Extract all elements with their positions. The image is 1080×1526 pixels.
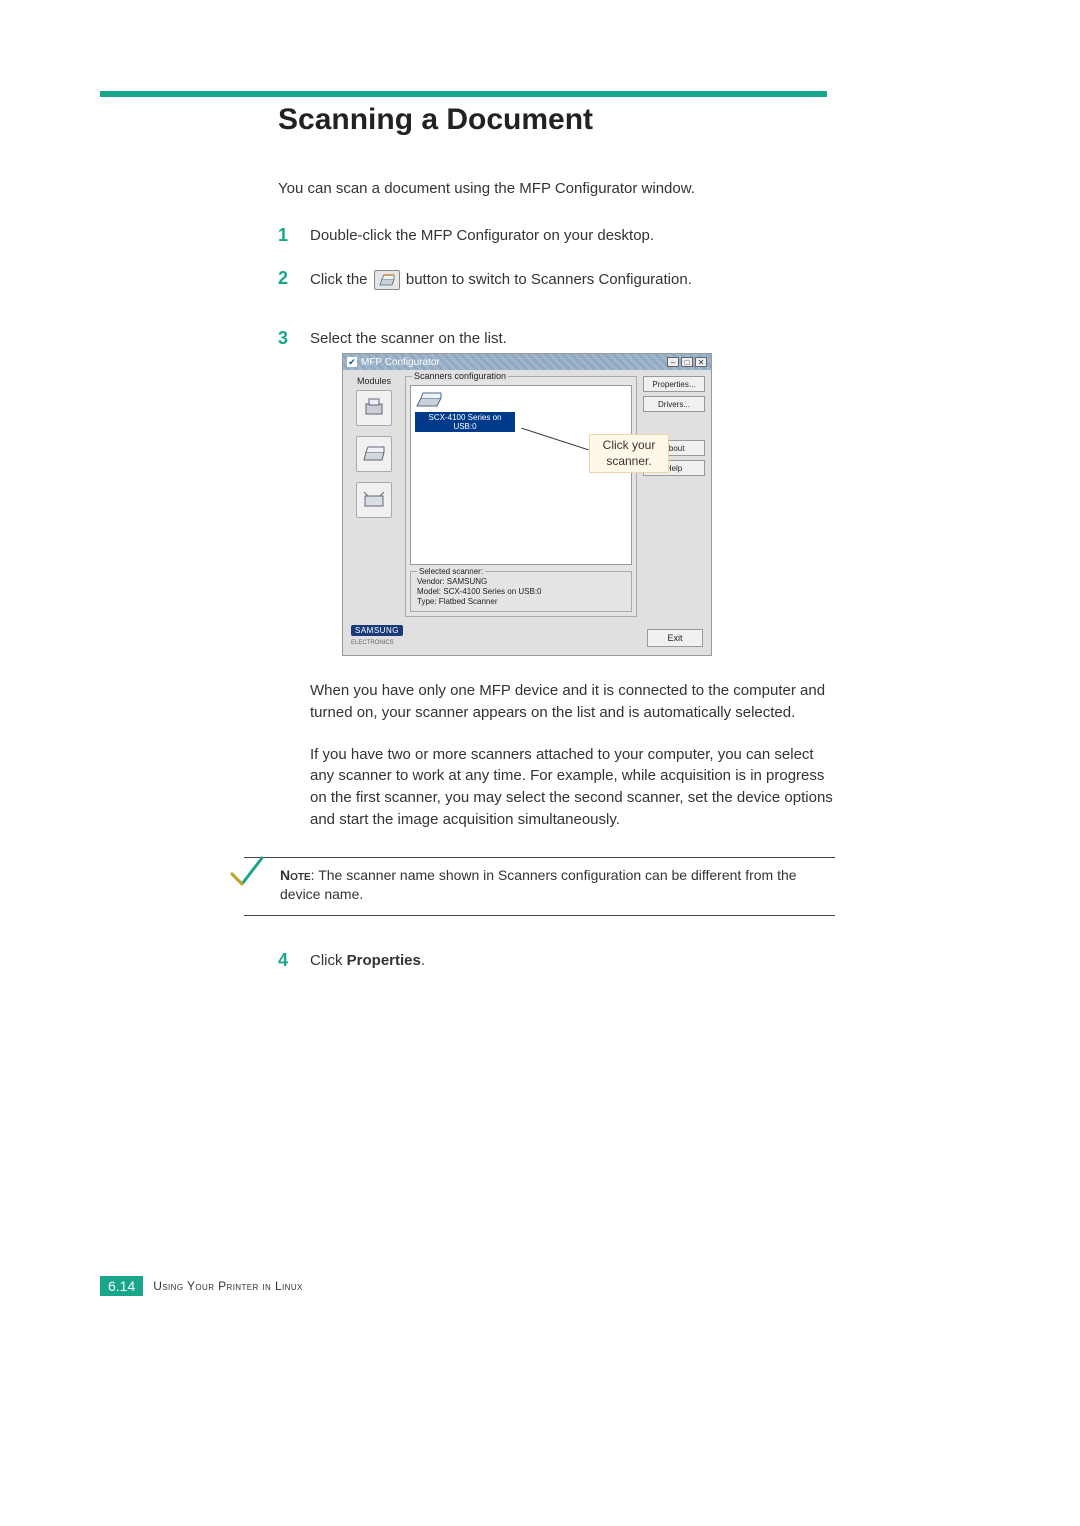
page-number: 6.14 bbox=[100, 1276, 143, 1296]
callout-line1: Click your bbox=[603, 438, 656, 452]
close-button[interactable]: ✕ bbox=[695, 357, 707, 367]
note-block: Note: The scanner name shown in Scanners… bbox=[244, 857, 835, 916]
step-3: 3 Select the scanner on the list. ✔ MFP … bbox=[278, 330, 838, 831]
selected-model: Model: SCX-4100 Series on USB:0 bbox=[417, 587, 625, 596]
selected-vendor: Vendor: SAMSUNG bbox=[417, 577, 625, 586]
selected-scanner-panel: Selected scanner: Vendor: SAMSUNG Model:… bbox=[410, 571, 632, 612]
titlebar-left: ✔ MFP Configurator bbox=[347, 357, 440, 368]
callout-line2: scanner. bbox=[606, 454, 651, 468]
scanner-item-label: SCX-4100 Series on USB:0 bbox=[415, 412, 515, 432]
step-number: 4 bbox=[278, 950, 288, 971]
brand-sub: ELECTRONICS bbox=[351, 640, 394, 646]
module-ports-icon[interactable] bbox=[356, 482, 392, 518]
modules-label: Modules bbox=[357, 376, 391, 386]
scanners-panel: Scanners configuration SCX-4100 Series o… bbox=[405, 376, 637, 617]
drivers-button[interactable]: Drivers... bbox=[643, 396, 705, 412]
step-text: Select the scanner on the list. bbox=[310, 330, 507, 347]
step-text: Double-click the MFP Configurator on you… bbox=[310, 227, 654, 244]
intro-text: You can scan a document using the MFP Co… bbox=[278, 180, 838, 197]
checkmark-icon bbox=[226, 852, 268, 900]
steps-list-cont: 4 Click Properties. bbox=[278, 952, 838, 969]
module-scanners-icon[interactable] bbox=[356, 436, 392, 472]
page-heading: Scanning a Document bbox=[278, 103, 593, 137]
page-footer: 6.14 Using Your Printer in Linux bbox=[100, 1276, 303, 1296]
note-text: : The scanner name shown in Scanners con… bbox=[280, 867, 797, 903]
callout-connector bbox=[521, 428, 589, 450]
scanners-panel-label: Scanners configuration bbox=[412, 371, 508, 381]
content-area: You can scan a document using the MFP Co… bbox=[278, 180, 838, 995]
steps-list: 1 Double-click the MFP Configurator on y… bbox=[278, 227, 838, 831]
step-number: 2 bbox=[278, 268, 288, 289]
step-text-after: button to switch to Scanners Configurati… bbox=[406, 271, 692, 288]
callout-box: Click your scanner. bbox=[589, 434, 669, 473]
step-2: 2 Click the button to switch to Scanners… bbox=[278, 270, 838, 290]
paragraph-multi-device: If you have two or more scanners attache… bbox=[310, 744, 838, 831]
step-text-after: . bbox=[421, 952, 425, 969]
step-1: 1 Double-click the MFP Configurator on y… bbox=[278, 227, 838, 244]
note-label: Note bbox=[280, 867, 311, 883]
titlebar: ✔ MFP Configurator – □ ✕ bbox=[343, 354, 711, 370]
footer-text: Using Your Printer in Linux bbox=[153, 1279, 303, 1293]
titlebar-controls: – □ ✕ bbox=[667, 357, 707, 367]
step-text-before: Click the bbox=[310, 271, 372, 288]
action-buttons-column: Properties... Drivers... About Help bbox=[643, 376, 705, 617]
step-number: 1 bbox=[278, 225, 288, 246]
scanner-thumbnail-icon bbox=[415, 390, 443, 410]
scanner-list[interactable]: SCX-4100 Series on USB:0 Click your scan… bbox=[410, 385, 632, 565]
mfp-screenshot: ✔ MFP Configurator – □ ✕ Modules bbox=[342, 353, 838, 656]
app-icon: ✔ bbox=[347, 357, 357, 367]
properties-button[interactable]: Properties... bbox=[643, 376, 705, 392]
mfp-body: Modules Scanners c bbox=[343, 370, 711, 623]
step-text-before: Click bbox=[310, 952, 347, 969]
step-number: 3 bbox=[278, 328, 288, 349]
brand-badge: SAMSUNG bbox=[351, 625, 403, 636]
paragraph-one-device: When you have only one MFP device and it… bbox=[310, 680, 838, 724]
minimize-button[interactable]: – bbox=[667, 357, 679, 367]
step-bold: Properties bbox=[347, 952, 421, 969]
window-title: MFP Configurator bbox=[361, 357, 440, 368]
exit-button[interactable]: Exit bbox=[647, 629, 703, 647]
mfp-footer: SAMSUNG ELECTRONICS Exit bbox=[343, 623, 711, 655]
selected-scanner-title: Selected scanner: bbox=[417, 567, 485, 576]
step-4: 4 Click Properties. bbox=[278, 952, 838, 969]
maximize-button[interactable]: □ bbox=[681, 357, 693, 367]
brand-area: SAMSUNG ELECTRONICS bbox=[351, 625, 403, 647]
scanner-switch-icon bbox=[374, 270, 400, 290]
mfp-window: ✔ MFP Configurator – □ ✕ Modules bbox=[342, 353, 712, 656]
top-rule bbox=[100, 91, 827, 97]
modules-column: Modules bbox=[349, 376, 399, 617]
selected-type: Type: Flatbed Scanner bbox=[417, 597, 625, 606]
scanner-item[interactable]: SCX-4100 Series on USB:0 bbox=[415, 390, 627, 432]
module-printers-icon[interactable] bbox=[356, 390, 392, 426]
